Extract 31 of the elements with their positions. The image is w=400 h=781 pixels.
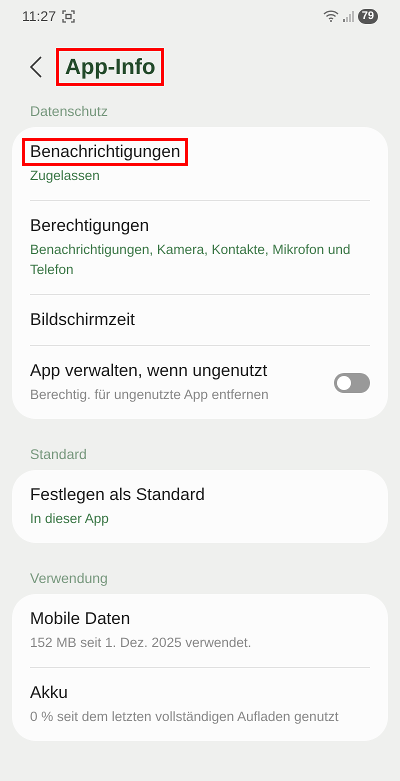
wifi-icon — [322, 10, 339, 22]
screenshot-icon — [62, 10, 75, 22]
item-title: App verwalten, wenn ungenutzt — [29, 360, 268, 382]
toggle-switch[interactable] — [334, 372, 370, 392]
item-title: Akku — [29, 682, 69, 704]
battery-level: 79 — [358, 8, 378, 24]
back-icon[interactable] — [30, 56, 42, 78]
settings-item[interactable]: Mobile Daten 152 MB seit 1. Dez. 2025 verwendet. — [30, 594, 370, 668]
settings-item[interactable]: Benachrichtigungen Zugelassen — [30, 127, 370, 201]
page-title: App-Info — [56, 48, 164, 86]
settings-item[interactable]: Festlegen als Standard In dieser App — [30, 470, 370, 543]
item-title: Mobile Daten — [29, 608, 132, 630]
item-subtitle: 152 MB seit 1. Dez. 2025 verwendet. — [30, 634, 252, 652]
item-subtitle: In dieser App — [30, 510, 110, 528]
item-title: Festlegen als Standard — [29, 484, 206, 506]
item-title: Benachrichtigungen — [22, 138, 188, 166]
signal-icon — [342, 10, 354, 22]
settings-item[interactable]: Akku 0 % seit dem letzten vollständigen Aufladen genutzt — [30, 668, 370, 741]
item-title: Bildschirmzeit — [29, 309, 136, 331]
settings-item[interactable]: App verwalten, wenn ungenutzt Berechtig. für ungenutzte App entfernen — [30, 346, 370, 419]
status-time: 11:27 — [22, 8, 56, 24]
item-subtitle: Berechtig. für ungenutzte App entfernen — [30, 386, 270, 404]
section-label: Datenschutz — [29, 102, 109, 121]
section-label: Standard — [29, 445, 88, 464]
item-subtitle: Zugelassen — [30, 167, 101, 185]
item-subtitle: Benachrichtigungen, Kamera, Kontakte, Mikrofon und Telefon — [30, 241, 352, 279]
settings-item[interactable]: Bildschirmzeit — [30, 295, 370, 346]
settings-item[interactable]: Berechtigungen Benachrichtigungen, Kamera, Kontakte, Mikrofon und Telefon — [30, 201, 370, 295]
item-title: Berechtigungen — [29, 215, 150, 237]
item-subtitle: 0 % seit dem letzten vollständigen Aufladen genutzt — [30, 708, 340, 726]
section-label: Verwendung — [29, 569, 109, 588]
